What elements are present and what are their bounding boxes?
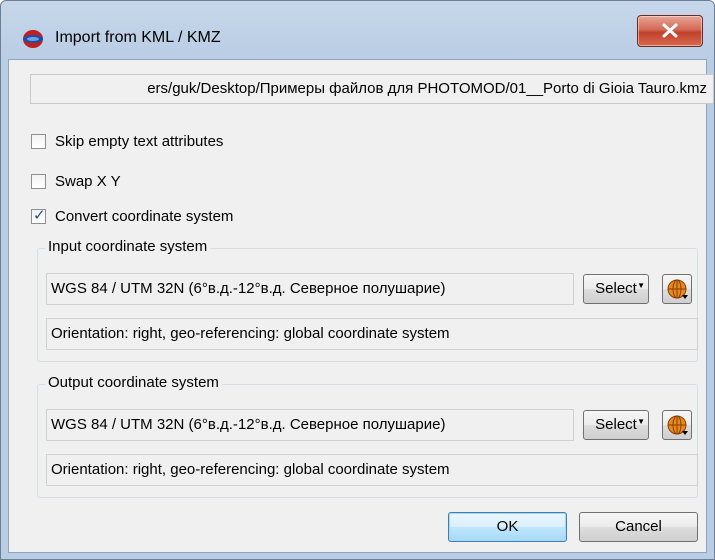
ok-button[interactable]: OK	[448, 512, 567, 542]
swap-xy-checkbox[interactable]	[31, 173, 46, 189]
output-cs-group-title: Output coordinate system	[45, 374, 222, 391]
close-button[interactable]	[637, 15, 703, 47]
skip-empty-attributes-option[interactable]: Skip empty text attributes	[31, 130, 223, 152]
output-cs-info: Orientation: right, geo-referencing: glo…	[51, 461, 450, 478]
file-path-text: ers/guk/Desktop/Примеры файлов для PHOTO…	[147, 80, 707, 97]
import-kml-dialog: Import from KML / KMZ ers/guk/Desktop/Пр…	[0, 0, 715, 560]
window-title: Import from KML / KMZ	[55, 29, 221, 46]
input-cs-info: Orientation: right, geo-referencing: glo…	[51, 325, 450, 342]
output-cs-select-label: Select	[595, 416, 637, 433]
input-coordinate-system-group: Input coordinate system WGS 84 / UTM 32N…	[37, 238, 698, 362]
close-icon	[662, 23, 678, 38]
globe-icon	[667, 415, 688, 435]
globe-icon	[667, 279, 688, 299]
cancel-button[interactable]: Cancel	[579, 512, 698, 542]
dialog-body: ers/guk/Desktop/Примеры файлов для PHOTO…	[8, 59, 714, 553]
dropdown-arrow-icon: ▼	[637, 417, 645, 426]
input-cs-field: WGS 84 / UTM 32N (6°в.д.-12°в.д. Северно…	[46, 273, 574, 305]
swap-xy-label: Swap X Y	[55, 172, 121, 190]
output-cs-field: WGS 84 / UTM 32N (6°в.д.-12°в.д. Северно…	[46, 409, 574, 441]
input-cs-group-title: Input coordinate system	[45, 238, 211, 255]
photomod-app-icon	[22, 28, 44, 50]
convert-coordinate-system-label: Convert coordinate system	[55, 207, 234, 225]
file-path-field[interactable]: ers/guk/Desktop/Примеры файлов для PHOTO…	[30, 74, 714, 104]
output-cs-info-field: Orientation: right, geo-referencing: glo…	[46, 454, 698, 486]
title-bar[interactable]: Import from KML / KMZ	[1, 1, 714, 59]
skip-empty-attributes-checkbox[interactable]	[31, 133, 46, 149]
output-coordinate-system-group: Output coordinate system WGS 84 / UTM 32…	[37, 374, 698, 498]
output-cs-globe-button[interactable]	[662, 410, 692, 440]
input-cs-info-field: Orientation: right, geo-referencing: glo…	[46, 318, 698, 350]
output-cs-value: WGS 84 / UTM 32N (6°в.д.-12°в.д. Северно…	[51, 416, 446, 433]
convert-coordinate-system-checkbox[interactable]	[31, 206, 46, 224]
dropdown-arrow-icon: ▼	[637, 281, 645, 290]
swap-xy-option[interactable]: Swap X Y	[31, 170, 121, 192]
skip-empty-attributes-label: Skip empty text attributes	[55, 132, 224, 150]
input-cs-select-button[interactable]: Select ▼	[583, 274, 649, 304]
convert-coordinate-system-option[interactable]: Convert coordinate system	[31, 205, 233, 227]
input-cs-select-label: Select	[595, 280, 637, 297]
input-cs-value: WGS 84 / UTM 32N (6°в.д.-12°в.д. Северно…	[51, 280, 446, 297]
output-cs-select-button[interactable]: Select ▼	[583, 410, 649, 440]
input-cs-globe-button[interactable]	[662, 274, 692, 304]
